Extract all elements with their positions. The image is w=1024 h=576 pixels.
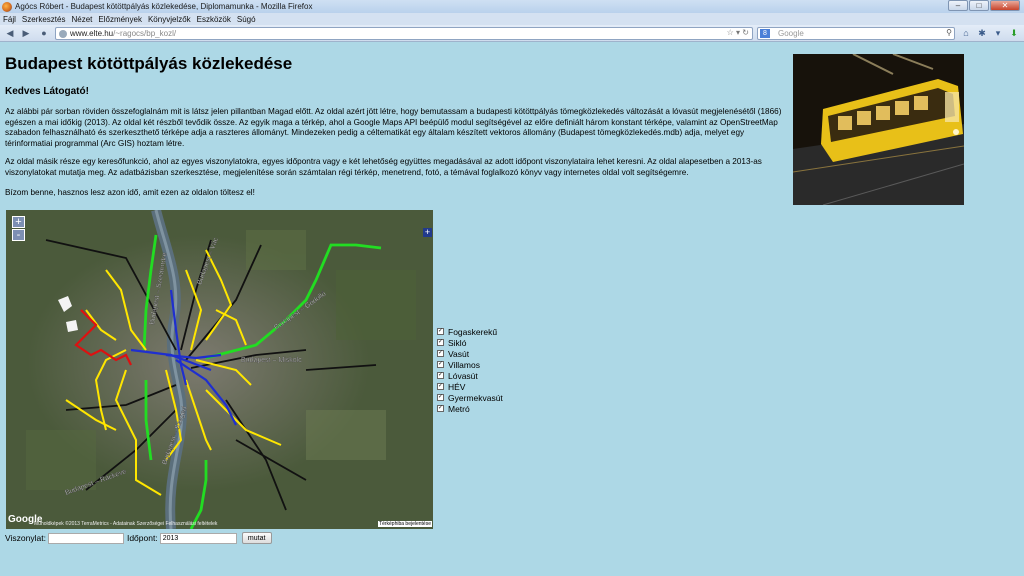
addon-menu-icon[interactable]: ▾ [992, 27, 1004, 39]
layer-label: Fogaskerekű [448, 326, 498, 337]
url-path: /~ragocs/bp_kozl/ [113, 29, 177, 38]
layer-label: Villamos [448, 359, 480, 370]
layer-label: Lóvasút [448, 370, 478, 381]
dropdown-icon[interactable]: ▾ [736, 28, 740, 37]
firefox-icon [2, 1, 12, 12]
layer-checkbox[interactable]: ✓ [437, 394, 444, 401]
layer-item-hev[interactable]: ✓ HÉV [437, 381, 503, 392]
menu-help[interactable]: Súgó [237, 15, 256, 24]
url-bar[interactable]: www.elte.hu/~ragocs/bp_kozl/ ☆ ▾ ↻ [55, 27, 753, 40]
forward-icon[interactable]: ▶ [20, 28, 32, 39]
intro-paragraph: Az alábbi pár sorban röviden összefoglal… [5, 107, 782, 148]
layer-checkbox[interactable]: ✓ [437, 339, 444, 346]
page-content: Budapest kötöttpályás közlekedése Kedves… [0, 43, 1024, 576]
search-icon[interactable]: ⚲ [946, 28, 952, 37]
zoom-controls: + - [12, 216, 25, 242]
url-tools: ☆ ▾ ↻ [727, 28, 749, 37]
window-title-bar: Agócs Róbert - Budapest kötöttpályás köz… [0, 0, 1024, 13]
reload-icon[interactable]: ↻ [742, 28, 749, 37]
greeting-heading: Kedves Látogató! [5, 86, 89, 97]
map-drawing: Budapest – Miskolc Budapest – Vác Budape… [6, 210, 433, 529]
close-button[interactable]: ✕ [990, 0, 1020, 11]
report-map-error-link[interactable]: Térképhiba bejelentése [378, 521, 432, 527]
identity-icon[interactable]: ● [38, 28, 50, 39]
menu-history[interactable]: Előzmények [98, 15, 142, 24]
layer-label: Sikló [448, 337, 467, 348]
menu-bookmarks[interactable]: Könyvjelzők [148, 15, 191, 24]
tram-photo-drawing [793, 54, 964, 205]
window-controls: – □ ✕ [948, 0, 1020, 11]
show-button[interactable]: mutat [241, 532, 272, 544]
layer-label: HÉV [448, 381, 466, 392]
map[interactable]: Budapest – Miskolc Budapest – Vác Budape… [6, 210, 433, 529]
layer-item-villamos[interactable]: ✓ Villamos [437, 359, 503, 370]
zoom-in-button[interactable]: + [12, 216, 25, 228]
layer-checkbox[interactable]: ✓ [437, 405, 444, 412]
download-icon[interactable]: ⬇ [1008, 27, 1020, 39]
layer-label: Vasút [448, 348, 470, 359]
page-title: Budapest kötöttpályás közlekedése [5, 54, 293, 73]
bookmark-star-icon[interactable]: ☆ [727, 28, 734, 37]
closing-paragraph: Bízom benne, hasznos lesz azon idő, amit… [5, 188, 255, 197]
layer-label: Gyermekvasút [448, 392, 503, 403]
toolbar-icons: ⌂ ✱ ▾ ⬇ [960, 27, 1020, 39]
menu-file[interactable]: Fájl [3, 15, 16, 24]
navigation-bar: ◀ ▶ ● www.elte.hu/~ragocs/bp_kozl/ ☆ ▾ ↻… [0, 25, 1024, 42]
search-engine-icon[interactable]: 8 [760, 29, 770, 38]
url-text[interactable]: www.elte.hu/~ragocs/bp_kozl/ [70, 29, 176, 38]
menu-edit[interactable]: Szerkesztés [22, 15, 66, 24]
layer-item-fogaskereku[interactable]: ✓ Fogaskerekű [437, 326, 503, 337]
layer-list: ✓ Fogaskerekű ✓ Sikló ✓ Vasút ✓ Villamos… [437, 326, 503, 414]
globe-icon [59, 30, 67, 38]
layer-item-lovasut[interactable]: ✓ Lóvasút [437, 370, 503, 381]
layer-checkbox[interactable]: ✓ [437, 361, 444, 368]
layer-item-siklo[interactable]: ✓ Sikló [437, 337, 503, 348]
map-attribution[interactable]: Műholdképek ©2013 TerraMetrics - Adatain… [34, 521, 217, 527]
window-title: Agócs Róbert - Budapest kötöttpályás köz… [15, 2, 313, 11]
minimize-button[interactable]: – [948, 0, 968, 11]
addon-icon[interactable]: ✱ [976, 27, 988, 39]
layer-item-metro[interactable]: ✓ Metró [437, 403, 503, 414]
zoom-out-button[interactable]: - [12, 229, 25, 241]
layer-label: Metró [448, 403, 470, 414]
search-paragraph: Az oldal másik része egy keresőfunkció, … [5, 157, 762, 177]
search-form: Viszonylat: Időpont: mutat [5, 532, 272, 544]
menu-view[interactable]: Nézet [71, 15, 92, 24]
layer-checkbox[interactable]: ✓ [437, 328, 444, 335]
route-label: Viszonylat: [5, 533, 46, 543]
layer-item-vasut[interactable]: ✓ Vasút [437, 348, 503, 359]
menu-tools[interactable]: Eszközök [197, 15, 231, 24]
time-label: Időpont: [126, 533, 158, 543]
layer-checkbox[interactable]: ✓ [437, 383, 444, 390]
layer-item-gyermekvasut[interactable]: ✓ Gyermekvasút [437, 392, 503, 403]
route-input[interactable] [47, 532, 124, 544]
search-bar[interactable]: 8 Google ⚲ [757, 27, 955, 40]
home-icon[interactable]: ⌂ [960, 27, 972, 39]
layer-checkbox[interactable]: ✓ [437, 350, 444, 357]
tram-photo [793, 54, 964, 205]
layer-checkbox[interactable]: ✓ [437, 372, 444, 379]
back-icon[interactable]: ◀ [4, 28, 16, 39]
road-label-miskolc: Budapest – Miskolc [241, 357, 302, 364]
layer-switcher-button[interactable]: + [423, 228, 432, 237]
maximize-button[interactable]: □ [969, 0, 989, 11]
time-input[interactable] [159, 532, 237, 544]
search-placeholder: Google [778, 29, 804, 38]
url-host: www.elte.hu [70, 29, 114, 38]
menu-bar: Fájl Szerkesztés Nézet Előzmények Könyvj… [0, 13, 1024, 25]
